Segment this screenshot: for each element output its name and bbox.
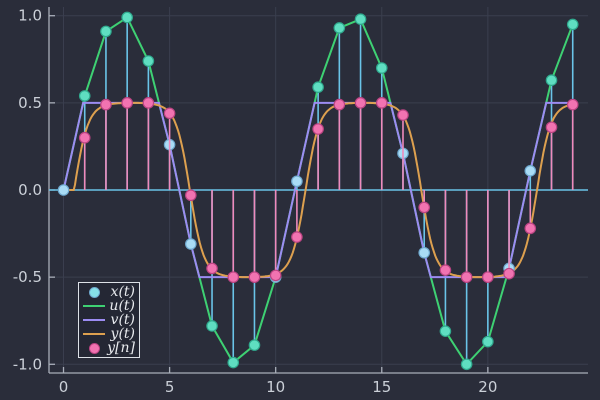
x-sample-marker-clipped bbox=[354, 13, 367, 26]
x-sample-marker-clipped bbox=[460, 358, 473, 371]
y-tick-label: 0.0 bbox=[18, 181, 42, 199]
y-sample-marker bbox=[121, 97, 133, 109]
x-sample-marker-clipped bbox=[439, 325, 452, 337]
x-sample-marker bbox=[57, 184, 70, 196]
x-sample-marker bbox=[418, 246, 431, 259]
x-sample-marker-clipped bbox=[545, 74, 558, 86]
y-sample-marker bbox=[333, 98, 346, 111]
y-sample-marker bbox=[163, 107, 176, 120]
x-sample-marker bbox=[524, 165, 537, 177]
legend-label-yn: y[n] bbox=[107, 340, 135, 356]
x-sample-marker-clipped bbox=[206, 320, 218, 332]
figure: 1.0 0.5 0.0 -0.5 -1.0 0 5 10 15 20 x(t) u(t) v(t)… bbox=[0, 0, 600, 400]
x-tick-label: 20 bbox=[478, 378, 497, 396]
y-sample-marker bbox=[354, 97, 367, 109]
legend-label-x: x(t) bbox=[110, 284, 135, 300]
y-sample-marker bbox=[269, 269, 282, 282]
y-tick-label: -0.5 bbox=[13, 268, 42, 286]
legend-item-u: u(t) bbox=[81, 299, 135, 313]
y-sample-marker bbox=[397, 109, 409, 121]
legend-item-x: x(t) bbox=[81, 285, 135, 299]
x-sample-marker-clipped bbox=[78, 90, 91, 102]
x-tick-label: 15 bbox=[372, 378, 391, 396]
y-tick-label: 1.0 bbox=[18, 7, 42, 25]
x-sample-marker-clipped bbox=[375, 62, 388, 74]
x-sample-marker-clipped bbox=[566, 18, 579, 31]
x-sample-marker-clipped bbox=[121, 11, 133, 24]
y-sample-marker bbox=[206, 262, 218, 275]
y-sample-marker bbox=[100, 98, 112, 111]
y-sample-marker bbox=[312, 123, 324, 135]
x-sample-marker-clipped bbox=[227, 356, 240, 369]
y-tick-label: -1.0 bbox=[13, 355, 42, 373]
legend-label-u: u(t) bbox=[109, 298, 135, 314]
y-sample-marker bbox=[375, 97, 388, 109]
y-sample-marker bbox=[291, 231, 303, 243]
y-sample-marker bbox=[545, 121, 558, 134]
x-sample-marker bbox=[291, 175, 303, 188]
legend-marker-x-icon bbox=[88, 286, 100, 298]
x-tick-label: 10 bbox=[266, 378, 285, 396]
y-sample-marker bbox=[566, 98, 579, 111]
y-sample-marker bbox=[503, 267, 515, 280]
x-sample-marker-clipped bbox=[312, 81, 324, 93]
x-sample-marker-clipped bbox=[100, 25, 112, 38]
legend-label-y: y(t) bbox=[110, 326, 135, 342]
y-tick-label: 0.5 bbox=[18, 94, 42, 112]
y-sample-marker bbox=[185, 189, 197, 202]
y-sample-marker bbox=[524, 222, 537, 235]
y-sample-marker bbox=[78, 131, 91, 144]
legend-label-v: v(t) bbox=[110, 312, 135, 328]
x-tick-label: 0 bbox=[59, 378, 69, 396]
x-sample-marker bbox=[185, 238, 197, 250]
legend-line-y-icon bbox=[83, 333, 105, 335]
legend-line-u-icon bbox=[83, 305, 105, 307]
x-sample-marker-clipped bbox=[142, 55, 155, 67]
x-sample-marker-clipped bbox=[482, 335, 494, 348]
x-sample-marker-clipped bbox=[248, 339, 261, 351]
legend-marker-yn-icon bbox=[88, 342, 100, 354]
legend-item-yn: y[n] bbox=[81, 341, 135, 355]
y-sample-marker bbox=[482, 271, 494, 283]
x-tick-label: 5 bbox=[165, 378, 175, 396]
y-sample-marker bbox=[142, 97, 155, 109]
legend: x(t) u(t) v(t) y(t) y[n] bbox=[78, 282, 140, 358]
legend-line-v-icon bbox=[83, 319, 105, 321]
y-sample-marker bbox=[248, 271, 261, 283]
y-sample-marker bbox=[418, 201, 431, 214]
legend-item-y: y(t) bbox=[81, 327, 135, 341]
y-sample-marker bbox=[439, 264, 452, 276]
x-sample-marker-clipped bbox=[333, 22, 346, 34]
y-sample-marker bbox=[460, 271, 473, 283]
legend-item-v: v(t) bbox=[81, 313, 135, 327]
y-sample-marker bbox=[227, 271, 240, 283]
